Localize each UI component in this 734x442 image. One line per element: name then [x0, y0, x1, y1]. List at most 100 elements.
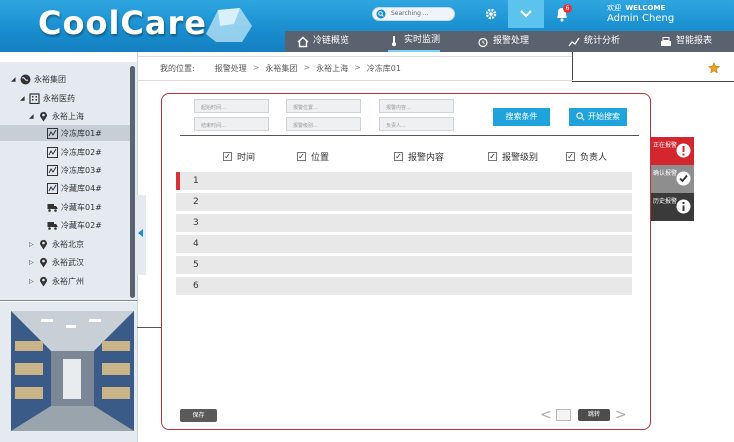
trend-chart-icon — [568, 37, 580, 46]
next-page-button[interactable]: > — [615, 408, 627, 422]
table-row[interactable]: 3 — [176, 214, 632, 232]
jump-button[interactable]: 跳转 — [578, 409, 610, 421]
alarm-content-field[interactable]: 报警内容... — [379, 99, 454, 113]
breadcrumb-item[interactable]: 冷冻库01 — [367, 63, 401, 74]
sidebar-scrollbar[interactable] — [130, 66, 135, 298]
prev-page-button[interactable]: < — [540, 408, 552, 422]
nav-label: 报警处理 — [493, 36, 530, 46]
breadcrumb-item[interactable]: 永裕集团 — [265, 63, 297, 74]
checkbox-checked[interactable]: ✓ — [394, 152, 403, 161]
tree-label: 冷藏库04# — [61, 183, 102, 193]
checkbox-checked[interactable]: ✓ — [566, 152, 575, 161]
chart-icon — [47, 127, 58, 139]
nav-label: 实时监测 — [404, 35, 441, 45]
star-icon[interactable] — [708, 62, 720, 74]
tree-item-pharma[interactable]: ◢ 永裕医药 — [20, 90, 75, 106]
start-search-button[interactable]: 开始搜索 — [569, 108, 627, 126]
checkbox-checked[interactable]: ✓ — [488, 152, 497, 161]
tab-history-alarms[interactable]: 历史报警 — [651, 193, 694, 221]
breadcrumb-prefix: 我的位置: — [160, 64, 195, 73]
search-input[interactable]: Searching ... — [372, 7, 455, 21]
location-pin-icon — [40, 239, 47, 249]
tree-item-wuhan[interactable]: ▷ 永裕武汉 — [29, 254, 84, 270]
table-row[interactable]: 1 — [176, 172, 632, 190]
breadcrumb: 我的位置: 报警处理 > 永裕集团 > 永裕上海 > 冷冻库01 — [160, 63, 401, 74]
tree-label: 永裕北京 — [52, 239, 84, 249]
end-time-field[interactable]: 结束时间... — [194, 117, 269, 131]
chevron-down-icon — [520, 10, 532, 18]
tree-label: 冷冻库03# — [61, 165, 102, 175]
table-row[interactable]: 4 — [176, 235, 632, 253]
tree-label: 冷冻库02# — [61, 147, 102, 157]
table-row[interactable]: 5 — [176, 256, 632, 274]
alert-icon — [676, 143, 691, 158]
column-toggle-time[interactable]: ✓ 时间 — [223, 150, 255, 163]
responsible-person-field[interactable]: 负责人... — [379, 117, 454, 131]
dropdown-toggle-button[interactable] — [508, 0, 544, 28]
tree-item-group[interactable]: ◢ 永裕集团 — [11, 71, 66, 87]
chart-icon — [47, 164, 58, 176]
expand-arrow-icon[interactable]: ◢ — [11, 76, 17, 83]
search-placeholder: Searching ... — [391, 10, 429, 17]
location-pin-icon — [40, 276, 47, 286]
tree-label: 永裕医药 — [43, 93, 75, 103]
nav-item-overview[interactable]: 冷链概览 — [297, 31, 349, 52]
check-icon — [676, 171, 691, 186]
page-number-input[interactable] — [556, 409, 571, 421]
tree-item-freezer-03[interactable]: 冷冻库03# — [47, 162, 102, 178]
tab-confirmed-alarms[interactable]: 确认报警 — [651, 165, 694, 193]
expand-arrow-icon[interactable]: ▷ — [29, 241, 35, 248]
nav-item-alarm[interactable]: 报警处理 — [477, 31, 529, 52]
column-toggle-owner[interactable]: ✓ 负责人 — [566, 150, 607, 163]
nav-item-reports[interactable]: 智能报表 — [660, 31, 712, 52]
breadcrumb-separator: > — [354, 63, 361, 72]
nav-label: 统计分析 — [584, 36, 621, 46]
tree-item-freezer-02[interactable]: 冷冻库02# — [47, 144, 102, 160]
notification-button[interactable]: 6 — [551, 4, 575, 24]
chart-icon — [47, 146, 58, 158]
scrollbar-thumb[interactable] — [130, 66, 135, 298]
tree-label: 冷冻库01# — [61, 128, 102, 138]
alarm-level-field[interactable]: 报警级别... — [286, 117, 361, 131]
nav-item-monitoring[interactable]: 实时监测 — [388, 31, 441, 52]
checkbox-checked[interactable]: ✓ — [223, 152, 232, 161]
tree-item-beijing[interactable]: ▷ 永裕北京 — [29, 236, 84, 252]
info-icon — [676, 199, 691, 214]
alarm-location-field[interactable]: 报警位置... — [286, 99, 361, 113]
checkbox-checked[interactable]: ✓ — [297, 152, 306, 161]
notification-badge: 6 — [563, 4, 572, 13]
expand-arrow-icon[interactable]: ◢ — [20, 95, 26, 102]
column-toggle-content[interactable]: ✓ 报警内容 — [394, 150, 444, 163]
building-icon — [29, 92, 40, 104]
start-time-field[interactable]: 起始时间... — [194, 99, 269, 113]
user-welcome[interactable]: 欢迎 WELCOME Admin Cheng — [607, 4, 674, 25]
gear-icon[interactable] — [479, 4, 503, 24]
nav-item-statistics[interactable]: 统计分析 — [568, 31, 620, 52]
expand-arrow-icon[interactable]: ▷ — [29, 278, 35, 285]
tree-item-freezer-01[interactable]: 冷冻库01# — [0, 125, 130, 141]
tab-label: 确认报警 — [653, 170, 678, 177]
column-toggle-location[interactable]: ✓ 位置 — [297, 150, 329, 163]
table-row[interactable]: 2 — [176, 193, 632, 211]
breadcrumb-item[interactable]: 报警处理 — [215, 63, 247, 74]
table-row[interactable]: 6 — [176, 277, 632, 295]
expand-arrow-icon[interactable]: ▷ — [29, 259, 35, 266]
sidebar-collapse-handle[interactable] — [137, 195, 146, 275]
breadcrumb-item[interactable]: 永裕上海 — [316, 63, 348, 74]
search-conditions-button[interactable]: 搜索条件 — [493, 108, 550, 126]
save-button[interactable]: 保存 — [180, 409, 217, 422]
home-icon — [297, 36, 309, 47]
tree-label: 永裕武汉 — [52, 257, 84, 267]
tree-item-guangzhou[interactable]: ▷ 永裕广州 — [29, 273, 84, 289]
tree-label: 冷藏车02# — [61, 220, 102, 230]
column-label: 报警内容 — [408, 153, 445, 163]
app-logo[interactable]: CoolCare — [38, 4, 207, 42]
tree-item-truck-02[interactable]: 冷藏车02# — [47, 217, 102, 233]
location-pin-icon — [40, 111, 47, 121]
column-toggle-level[interactable]: ✓ 报警级别 — [488, 150, 538, 163]
tab-active-alarms[interactable]: 正在报警 — [651, 137, 694, 165]
tree-item-truck-01[interactable]: 冷藏车01# — [47, 199, 102, 215]
expand-arrow-icon[interactable]: ◢ — [29, 113, 35, 120]
tree-item-cold-storage-04[interactable]: 冷藏库04# — [47, 180, 102, 196]
tree-item-shanghai[interactable]: ◢ 永裕上海 — [29, 108, 84, 124]
